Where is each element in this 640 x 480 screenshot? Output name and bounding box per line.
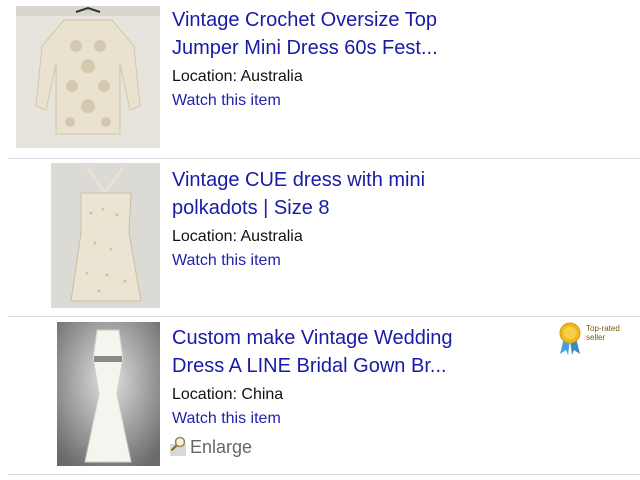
item-location: Location: China xyxy=(172,386,284,403)
listing-divider xyxy=(8,474,640,475)
listing-title-link[interactable]: Vintage Crochet Oversize Top Jumper Mini… xyxy=(172,6,502,62)
watch-item-link[interactable]: Watch this item xyxy=(172,91,281,111)
item-thumbnail[interactable] xyxy=(57,322,160,466)
item-thumbnail[interactable] xyxy=(16,6,160,148)
listing-title-link[interactable]: Custom make Vintage Wedding Dress A LINE… xyxy=(172,324,502,380)
watch-item-link[interactable]: Watch this item xyxy=(172,409,281,429)
enlarge-link[interactable]: Enlarge xyxy=(170,436,252,461)
listing-divider xyxy=(8,316,640,317)
enlarge-label: Enlarge xyxy=(190,437,253,457)
magnifier-icon xyxy=(170,436,188,461)
listing-divider xyxy=(8,158,640,159)
watch-item-link[interactable]: Watch this item xyxy=(172,251,281,271)
top-rated-seller-badge: Top-rated seller xyxy=(556,322,640,358)
item-thumbnail[interactable] xyxy=(51,163,160,308)
badge-label: Top-rated seller xyxy=(586,324,620,342)
listing-title-link[interactable]: Vintage CUE dress with mini polkadots | … xyxy=(172,166,502,222)
item-location: Location: Australia xyxy=(172,228,303,245)
item-location: Location: Australia xyxy=(172,68,303,85)
